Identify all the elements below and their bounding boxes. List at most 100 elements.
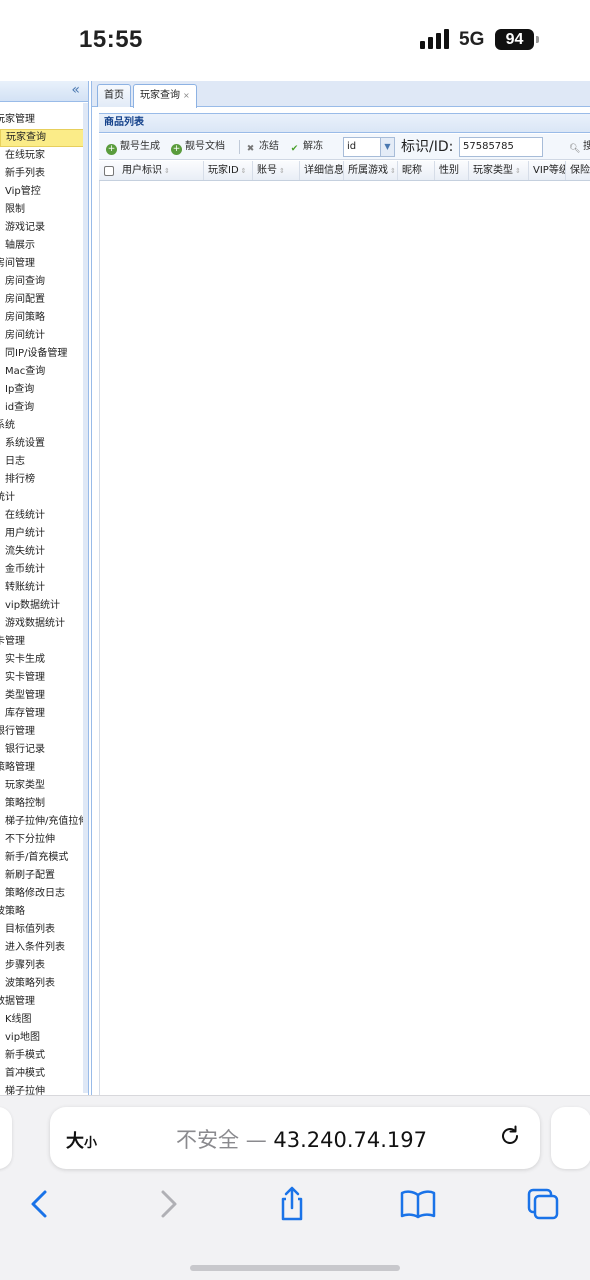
sidebar-menu: 玩家管理玩家查询在线玩家新手列表Vip管控限制游戏记录轴展示房间管理房间查询房间…	[0, 111, 88, 1095]
column-header[interactable]: 所属游戏 ⇕	[344, 161, 398, 180]
search-field-select[interactable]: id ▼	[343, 137, 395, 157]
sidebar-item[interactable]: 轴展示	[0, 237, 88, 255]
sidebar-item[interactable]: 排行榜	[0, 471, 88, 489]
sidebar-item[interactable]: 目标值列表	[0, 921, 88, 939]
sidebar-group[interactable]: 数据管理	[0, 993, 88, 1011]
sidebar-item[interactable]: 游戏数据统计	[0, 615, 88, 633]
sidebar-item[interactable]: 新手/首充模式	[0, 849, 88, 867]
sidebar-item[interactable]: 新手列表	[0, 165, 88, 183]
sidebar-item[interactable]: Vip管控	[0, 183, 88, 201]
sidebar-item[interactable]: 波策略列表	[0, 975, 88, 993]
tabs-icon[interactable]	[523, 1184, 563, 1224]
select-all-checkbox[interactable]	[104, 166, 114, 176]
sidebar-item[interactable]: 房间策略	[0, 309, 88, 327]
sidebar-item[interactable]: 房间查询	[0, 273, 88, 291]
sidebar-item[interactable]: vip地图	[0, 1029, 88, 1047]
sidebar-item[interactable]: 实卡管理	[0, 669, 88, 687]
column-header[interactable]: 账号 ⇕	[253, 161, 300, 180]
sidebar-item[interactable]: 系统设置	[0, 435, 88, 453]
sidebar-item[interactable]: 银行记录	[0, 741, 88, 759]
sidebar-item[interactable]: 在线玩家	[0, 147, 88, 165]
unfreeze-button[interactable]: ✔ 解冻	[289, 138, 323, 156]
sidebar-item[interactable]: 不下分拉伸	[0, 831, 88, 849]
sidebar-item[interactable]: Mac查询	[0, 363, 88, 381]
sidebar-item[interactable]: K线图	[0, 1011, 88, 1029]
url-host: 43.240.74.197	[273, 1128, 428, 1152]
sidebar-item[interactable]: 梯子拉伸	[0, 1083, 88, 1095]
sidebar-group[interactable]: 统计	[0, 489, 88, 507]
sidebar-group[interactable]: 玩家管理	[0, 111, 88, 129]
sidebar-item[interactable]: 房间统计	[0, 327, 88, 345]
tab-player-query[interactable]: 玩家查询 ×	[133, 84, 197, 108]
tab-home[interactable]: 首页	[97, 84, 131, 107]
sidebar-group[interactable]: 房间管理	[0, 255, 88, 273]
grid-toolbar: + 靓号生成 + 靓号文档 ✖ 冻结 ✔ 解冻 id ▼ 标识/ID: 57585785…	[99, 134, 590, 160]
sidebar-item[interactable]: 在线统计	[0, 507, 88, 525]
collapse-sidebar-button[interactable]: «	[71, 82, 80, 98]
sidebar-item[interactable]: 玩家查询	[0, 129, 88, 147]
sidebar-item[interactable]: 梯子拉伸/充值拉伸	[0, 813, 88, 831]
generate-number-button[interactable]: + 靓号生成	[106, 138, 160, 156]
url-text[interactable]: 不安全 — 43.240.74.197	[176, 1124, 427, 1154]
text-size-button[interactable]: 大小	[66, 1127, 97, 1153]
column-header[interactable]: 详细信息	[300, 161, 344, 180]
freeze-button[interactable]: ✖ 冻结	[245, 138, 279, 156]
sidebar-item[interactable]: 流失统计	[0, 543, 88, 561]
sidebar-item[interactable]: 库存管理	[0, 705, 88, 723]
sidebar-header: «	[0, 81, 88, 102]
sidebar-group[interactable]: 策略管理	[0, 759, 88, 777]
sidebar-item[interactable]: 转账统计	[0, 579, 88, 597]
sidebar-item[interactable]: 日志	[0, 453, 88, 471]
sidebar-item[interactable]: 实卡生成	[0, 651, 88, 669]
tab-close-icon[interactable]: ×	[183, 91, 190, 100]
tab-strip: 首页 玩家查询 ×	[92, 81, 590, 108]
sidebar-item[interactable]: 同IP/设备管理	[0, 345, 88, 363]
sidebar-item[interactable]: 新刷子配置	[0, 867, 88, 885]
sidebar-group[interactable]: 银行管理	[0, 723, 88, 741]
bookmarks-icon[interactable]	[398, 1184, 438, 1224]
home-indicator	[190, 1265, 400, 1271]
sidebar-item[interactable]: id查询	[0, 399, 88, 417]
forward-icon[interactable]	[148, 1184, 188, 1224]
column-header-label: 昵称	[402, 165, 422, 176]
sidebar-item[interactable]: vip数据统计	[0, 597, 88, 615]
sidebar-item[interactable]: 类型管理	[0, 687, 88, 705]
search-button[interactable]: 🔍︎搜索	[569, 138, 590, 156]
sidebar-group[interactable]: 波策略	[0, 903, 88, 921]
sidebar-item[interactable]: 策略修改日志	[0, 885, 88, 903]
sidebar-item[interactable]: 金币统计	[0, 561, 88, 579]
back-icon[interactable]	[20, 1184, 60, 1224]
sidebar-item[interactable]: 进入条件列表	[0, 939, 88, 957]
sort-icon: ⇕	[164, 167, 170, 175]
column-header[interactable]: 保险箱金	[566, 161, 590, 180]
chevron-down-icon[interactable]: ▼	[380, 138, 394, 156]
next-tab-pill[interactable]	[551, 1107, 590, 1169]
column-header[interactable]: 性别	[435, 161, 469, 180]
sidebar-item[interactable]: 游戏记录	[0, 219, 88, 237]
sidebar-item[interactable]: 首冲模式	[0, 1065, 88, 1083]
sidebar-scrollbar[interactable]	[83, 103, 88, 1093]
sidebar-group[interactable]: 卡管理	[0, 633, 88, 651]
column-header[interactable]: 用户标识 ⇕	[118, 161, 204, 180]
id-search-input[interactable]: 57585785	[459, 137, 543, 157]
column-header[interactable]: 玩家类型 ⇕	[469, 161, 529, 180]
column-header[interactable]: 昵称	[398, 161, 435, 180]
column-header[interactable]: VIP等级	[529, 161, 566, 180]
sidebar-group[interactable]: 系统	[0, 417, 88, 435]
sidebar-item[interactable]: 用户统计	[0, 525, 88, 543]
address-bar[interactable]: 大小 不安全 — 43.240.74.197	[50, 1107, 540, 1169]
sidebar-item[interactable]: 步骤列表	[0, 957, 88, 975]
sidebar-item[interactable]: 玩家类型	[0, 777, 88, 795]
column-header-label: 玩家类型	[473, 165, 513, 176]
sidebar-item[interactable]: 房间配置	[0, 291, 88, 309]
sidebar-item[interactable]: 策略控制	[0, 795, 88, 813]
share-icon[interactable]	[272, 1184, 312, 1224]
number-doc-button[interactable]: + 靓号文档	[171, 138, 225, 156]
reload-icon[interactable]	[497, 1123, 523, 1149]
sidebar-item[interactable]: Ip查询	[0, 381, 88, 399]
column-header[interactable]: 玩家ID ⇕	[204, 161, 253, 180]
search-icon: 🔍︎	[569, 144, 581, 154]
sidebar-item[interactable]: 限制	[0, 201, 88, 219]
previous-tab-pill[interactable]	[0, 1107, 12, 1169]
sidebar-item[interactable]: 新手模式	[0, 1047, 88, 1065]
